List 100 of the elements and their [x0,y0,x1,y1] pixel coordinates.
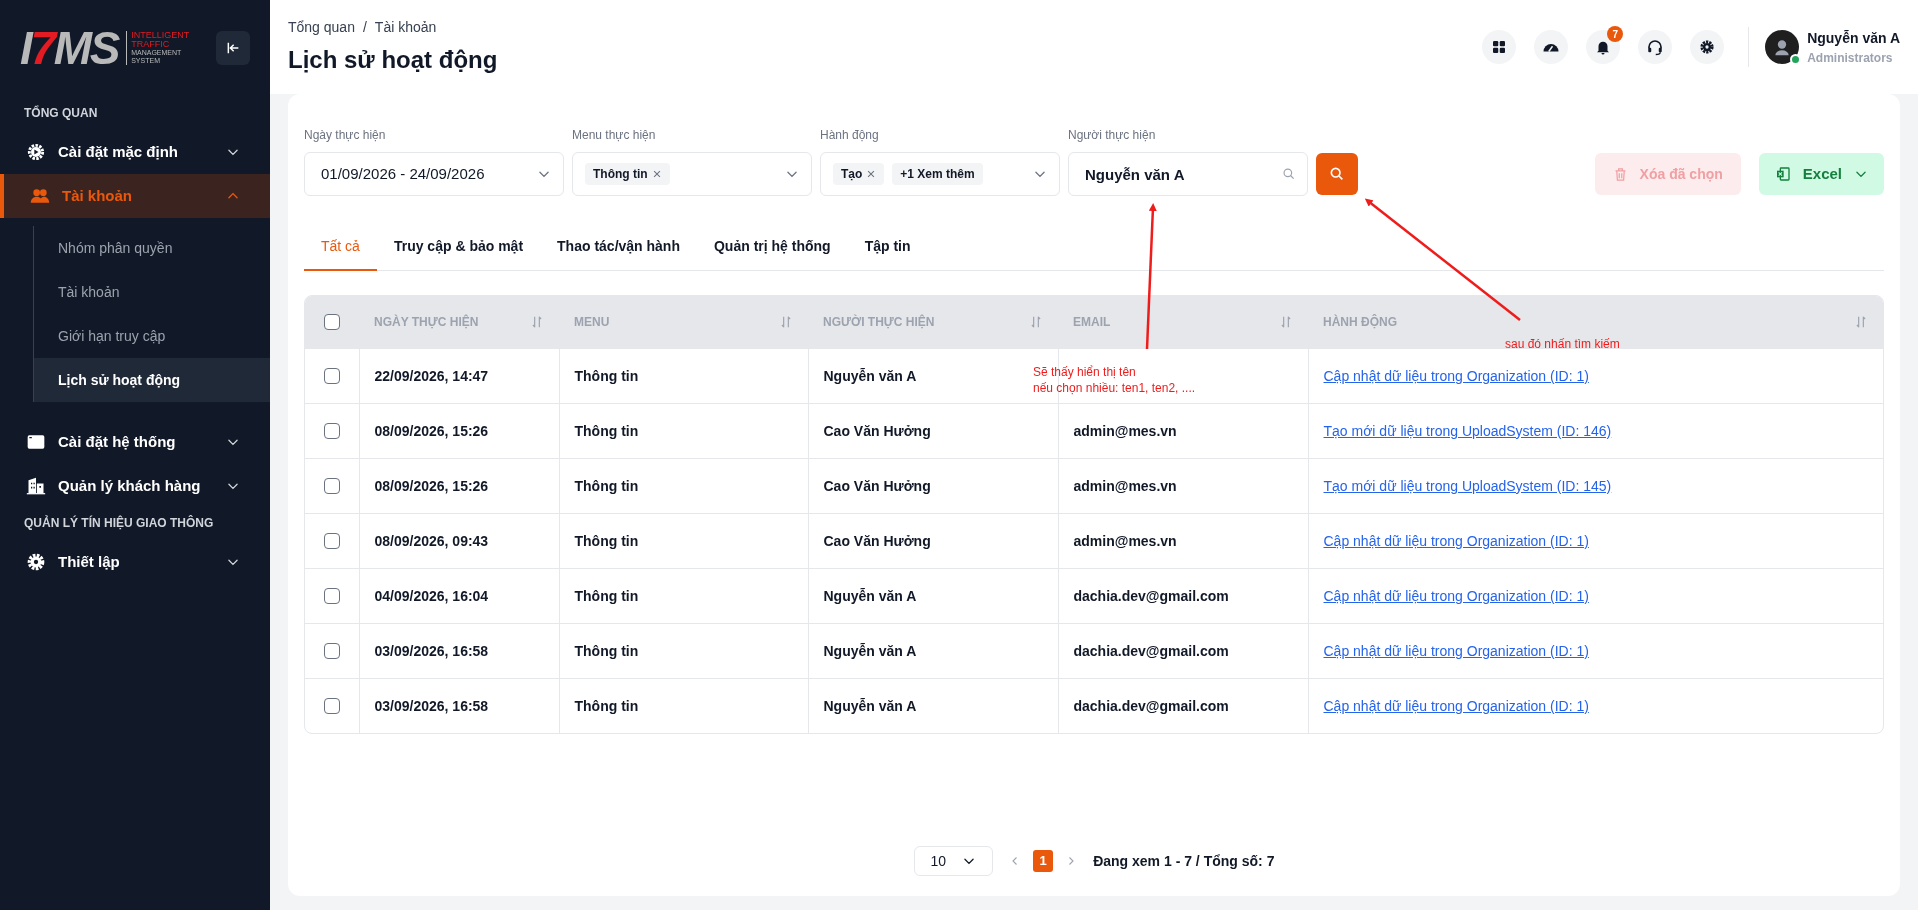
sidebar-item[interactable]: Cài đặt hệ thống [0,420,270,464]
toolbar-button[interactable] [1534,30,1569,64]
table-cell: Nguyễn văn A [823,642,917,659]
search-field[interactable]: Nguyễn văn A [1068,152,1308,196]
checkbox[interactable] [323,642,340,659]
tab[interactable]: Tập tin [847,236,928,271]
sidebar-item[interactable]: Quản lý khách hàng [0,464,270,508]
close-icon [866,169,877,179]
date-range-field[interactable]: 01/09/2026 - 24/09/2026 [304,152,564,196]
tag-chip[interactable]: Thông tin [585,163,670,185]
toolbar-button[interactable] [1638,30,1673,64]
checkbox[interactable] [323,697,340,714]
checkbox[interactable] [323,422,340,439]
sidebar-item[interactable]: Thiết lập [0,540,270,584]
action-link[interactable]: Cập nhật dữ liệu trong Organization (ID: 1) [1323,532,1589,549]
table-cell: 08/09/2026, 15:26 [374,422,489,439]
user-name: Nguyễn văn A [1807,28,1900,48]
settings-icon [1698,38,1717,56]
multi-select-field[interactable]: Thông tin [572,152,812,196]
table-cell: 08/09/2026, 15:26 [374,477,489,494]
action-link[interactable]: Tạo mới dữ liệu trong UploadSystem (ID: 145) [1323,477,1612,494]
action-link[interactable]: Tạo mới dữ liệu trong UploadSystem (ID: 146) [1323,422,1612,439]
tab[interactable]: Tất cả [304,236,377,271]
table-cell: dachia.dev@gmail.com [1073,642,1229,659]
headset-icon [1646,38,1665,56]
settings-icon [26,142,46,162]
table-cell: Nguyễn văn A [823,697,917,714]
table-cell: Thông tin [574,532,639,549]
action-link[interactable]: Cập nhật dữ liệu trong Organization (ID: 1) [1323,587,1589,604]
submenu-item[interactable]: Nhóm phân quyền [34,226,270,270]
spreadsheet-icon [1774,166,1791,182]
toolbar-button[interactable] [1690,30,1725,64]
annotation-text: sau đó nhấn tìm kiếm [1505,336,1620,353]
window-icon [26,432,46,452]
checkbox[interactable] [323,367,340,384]
settings-icon [26,552,46,572]
building-icon [26,476,46,496]
table-cell: Nguyễn văn A [823,367,917,384]
sidebar-item[interactable]: Cài đặt mặc định [0,130,270,174]
logo-mark: I7MS [20,25,119,71]
pagination-summary: Đang xem 1 - 7 / Tổng số: 7 [1093,851,1275,871]
search-button[interactable] [1316,153,1358,195]
table-cell: Thông tin [574,587,639,604]
column-header: NGƯỜI THỰC HIỆN [823,313,935,331]
page-title: Lịch sử hoạt động [288,44,499,75]
table-cell: Nguyễn văn A [823,587,917,604]
annotation-text: nếu chọn nhiều: ten1, ten2, .... [1033,380,1196,396]
search-icon [1329,166,1345,182]
table-cell: Thông tin [574,422,639,439]
column-header: EMAIL [1073,313,1111,331]
table-cell: Cao Văn Hưởng [823,532,931,549]
breadcrumb-link[interactable]: Tổng quan [288,16,355,38]
table-cell: 22/09/2026, 14:47 [374,367,489,384]
table-cell: dachia.dev@gmail.com [1073,697,1229,714]
action-link[interactable]: Cập nhật dữ liệu trong Organization (ID: 1) [1323,697,1589,714]
action-link[interactable]: Cập nhật dữ liệu trong Organization (ID: 1) [1323,367,1589,384]
users-icon [30,186,50,206]
table-cell: Cao Văn Hưởng [823,477,931,494]
table-cell: Thông tin [574,367,639,384]
page-button[interactable]: 1 [1033,850,1054,872]
search-icon [1282,167,1296,181]
table-cell: 03/09/2026, 16:58 [374,697,489,714]
page-size-select[interactable]: 10 [913,846,994,876]
submenu-item[interactable]: Lịch sử hoạt động [34,358,270,402]
filter-label: Hành động [820,127,880,144]
table-cell: dachia.dev@gmail.com [1073,587,1229,604]
sidebar-item[interactable]: Tài khoản [0,174,270,218]
checkbox[interactable] [323,477,340,494]
checkbox[interactable] [323,532,340,549]
notification-badge: 7 [1607,26,1624,42]
tab[interactable]: Quản trị hệ thống [697,236,848,271]
table-cell: 03/09/2026, 16:58 [374,642,489,659]
table-cell: Thông tin [574,697,639,714]
toolbar-button[interactable] [1482,30,1517,64]
table-cell: Cao Văn Hưởng [823,422,931,439]
table-cell: Thông tin [574,477,639,494]
checkbox[interactable] [324,313,340,330]
collapse-button[interactable] [216,31,250,65]
tag-chip[interactable]: +1 Xem thêm [892,163,983,185]
collapse-icon [225,40,241,56]
breadcrumb-link[interactable]: Tài khoản [374,16,437,38]
submenu-item[interactable]: Tài khoản [34,270,270,314]
table-cell: Thông tin [574,642,639,659]
submenu-item[interactable]: Giới hạn truy cập [34,314,270,358]
column-header: MENU [574,313,610,331]
section-heading: TỔNG QUAN [23,104,99,122]
tag-chip[interactable]: Tạo [833,163,885,185]
tab[interactable]: Thao tác/vận hành [540,236,697,271]
table-cell: admin@mes.vn [1073,477,1177,494]
excel-export-button[interactable]: Excel [1758,153,1884,195]
checkbox[interactable] [323,587,340,604]
multi-select-field[interactable]: Tạo +1 Xem thêm [820,152,1060,196]
filter-label: Ngày thực hiện [304,127,387,144]
annotation-text: Sẽ thấy hiển thị tên [1033,364,1137,380]
table-cell: 04/09/2026, 16:04 [374,587,489,604]
breadcrumb-separator: / [362,17,367,37]
user-role: Administrators [1807,49,1894,67]
tab[interactable]: Truy cập & bảo mật [376,236,541,271]
action-link[interactable]: Cập nhật dữ liệu trong Organization (ID: 1) [1323,642,1589,659]
filter-label: Menu thực hiện [572,127,657,144]
